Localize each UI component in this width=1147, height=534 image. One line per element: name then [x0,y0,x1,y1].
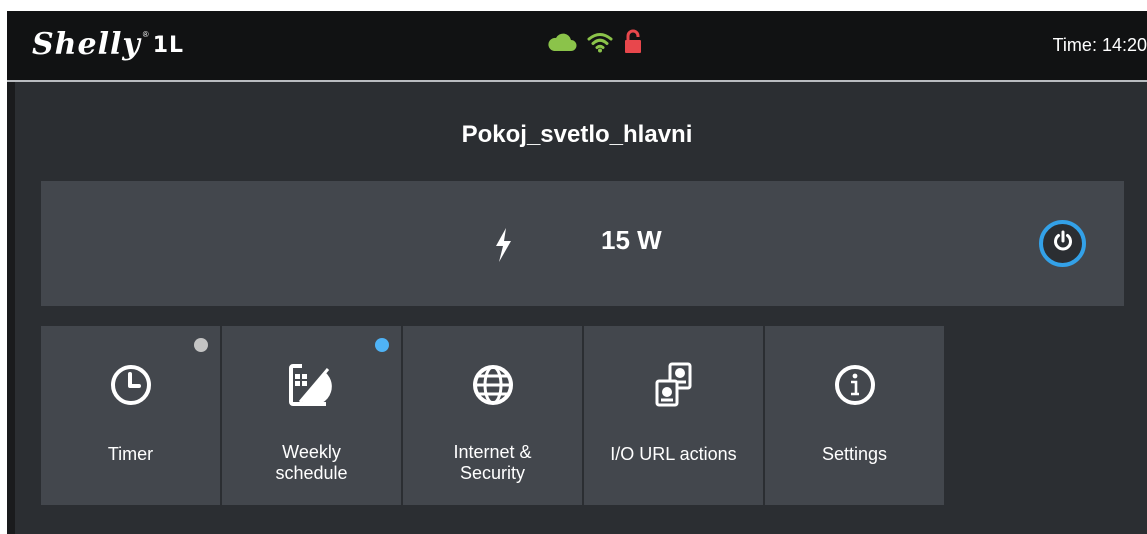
tile-timer[interactable]: Timer [41,326,220,505]
power-panel: 15 W [41,181,1124,306]
schedule-indicator-dot [375,338,389,352]
info-icon [833,363,877,412]
tile-label: Settings [821,444,888,464]
tile-io-url-actions[interactable]: I/O URL actions [584,326,763,505]
globe-icon [471,363,515,412]
cloud-icon [547,32,577,57]
power-value: 15 W [601,225,662,255]
wifi-icon [587,31,613,58]
device-name-title: Pokoj_svetlo_hlavni [461,121,693,148]
top-bar: Shelly ® 1L Time: 14:20 [7,11,1147,82]
clock-icon [109,363,153,412]
left-edge-bar [7,82,15,534]
tile-internet-security[interactable]: Internet & Security [403,326,582,505]
status-icons [547,29,643,59]
registered-mark: ® [142,30,149,39]
tile-label: I/O URL actions [610,444,737,464]
power-icon [1052,230,1074,257]
logo-text: Shelly [32,27,141,62]
tile-label: Weekly schedule [275,442,348,483]
shelly-logo: Shelly ® 1L [32,23,184,63]
power-toggle-button[interactable] [1039,220,1086,267]
io-url-actions-icon [652,361,696,414]
tile-settings[interactable]: Settings [765,326,944,505]
tile-weekly-schedule[interactable]: Weekly schedule [222,326,401,505]
app-window: Shelly ® 1L Time: 14:20 Pokoj_svetlo_hla… [7,11,1147,534]
lightning-bolt-icon [493,228,513,267]
logo-model: 1L [152,33,185,58]
unlocked-icon [623,29,643,60]
calendar-schedule-icon [288,363,336,412]
tile-label: Timer [107,444,154,464]
time-display: Time: 14:20 [1052,35,1147,55]
timer-indicator-dot [194,338,208,352]
tile-label: Internet & Security [453,442,532,483]
